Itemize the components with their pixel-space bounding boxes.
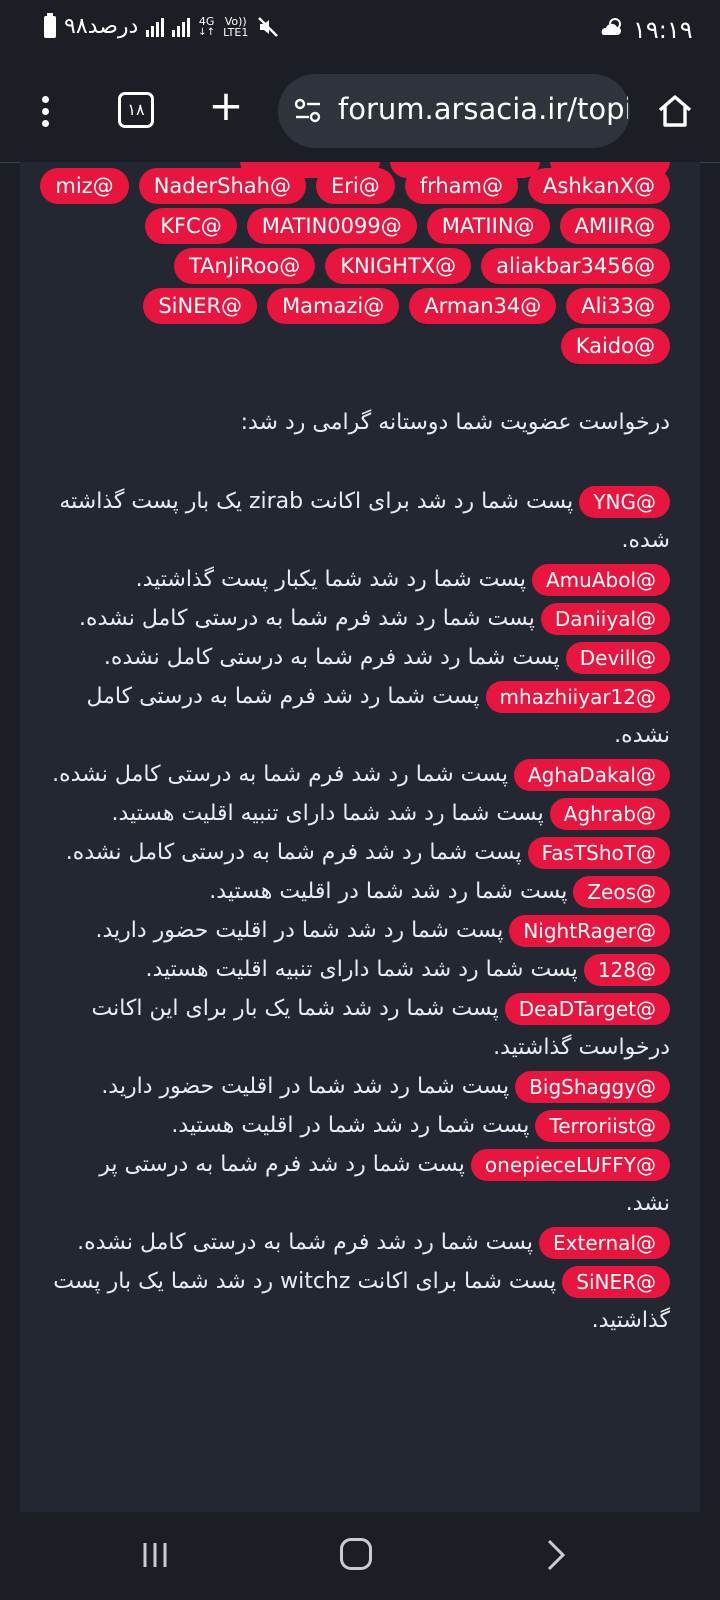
system-nav-bar [0,1512,720,1600]
rejection-reason: پست شما رد شد فرم شما به درستی کامل نشده… [103,645,560,670]
plus-icon[interactable]: + [206,85,246,128]
mention-row: aliakbar3456@ KNIGHTX@ TAnJiRoo@ [173,248,670,284]
rejection-reason: پست شما رد شد شما در اقلیت حضور دارید. [95,918,504,943]
browser-toolbar: ۱۸ + forum.arsacia.ir/topi [0,64,720,163]
post-content: AshkanX@ frham@ Eri@ NaderShah@ miz@ AMI… [20,162,700,1512]
rejection-list: YNG@پست شما رد شد برای اکانت zirab یک با… [50,482,670,1340]
rejection-item: YNG@پست شما رد شد برای اکانت zirab یک با… [50,482,670,560]
mention-tag[interactable]: Ali33@ [566,288,670,324]
mute-icon [258,16,279,37]
mention-tag[interactable]: Kaido@ [560,328,670,364]
mention-tag[interactable]: Daniiyal@ [540,603,670,635]
mention-tag[interactable]: Eri@ [315,168,395,204]
rejection-reason: پست شما رد شد شما دارای تنبیه اقلیت هستی… [111,801,544,826]
rejection-reason: پست شما رد شد شما در اقلیت هستید. [209,879,568,904]
mention-tag[interactable]: miz@ [40,168,129,204]
mention-tag[interactable]: SiNER@ [143,288,258,324]
status-bar: ۹۸درصد 4G ↓↑ Vo)) LTE1 ۱۹:۱۹ [0,0,720,64]
mention-tag[interactable]: Terroriist@ [535,1110,670,1142]
menu-dots-icon[interactable] [36,92,54,132]
rejection-item: BigShaggy@پست شما رد شد شما در اقلیت حضو… [50,1067,670,1106]
mention-tag[interactable]: AmuAbol@ [531,564,670,596]
mention-tag[interactable]: onepieceLUFFY@ [470,1149,670,1181]
rejection-item: Devill@پست شما رد شد فرم شما به درستی کا… [50,638,670,677]
mention-tag[interactable]: aliakbar3456@ [481,248,670,284]
rejection-reason: پست شما رد شد فرم شما به درستی کامل نشده… [65,840,522,865]
mention-tag[interactable]: 128@ [583,954,670,986]
recent-apps-icon[interactable] [140,1540,170,1570]
rejection-reason: پست شما رد شد فرم شما به درستی کامل نشده… [79,606,535,631]
rejection-item: Daniiyal@پست شما رد شد فرم شما به درستی … [50,599,670,638]
network-indicator: 4G ↓↑ [198,14,216,38]
rejection-item: AmuAbol@پست شما رد شد شما یکبار پست گذاش… [50,560,670,599]
mention-tag[interactable]: Zeos@ [573,876,670,908]
mention-tag[interactable]: Arman34@ [409,288,557,324]
rejection-reason: پست شما رد شد شما در اقلیت حضور دارید. [101,1074,510,1099]
mention-row: AshkanX@ frham@ Eri@ NaderShah@ miz@ [40,168,670,204]
mention-tag[interactable]: MATIN0099@ [246,208,417,244]
rejection-reason: پست شما رد شد شما در اقلیت هستید. [171,1113,530,1138]
rejection-item: Zeos@پست شما رد شد شما در اقلیت هستید. [50,872,670,911]
rejection-reason: پست شما رد شد شما یکبار پست گذاشتید. [135,567,526,592]
rejection-reason: پست شما رد شد شما دارای تنبیه اقلیت هستی… [145,957,578,982]
status-left-group: ۹۸درصد 4G ↓↑ Vo)) LTE1 [44,12,280,39]
back-icon[interactable] [546,1538,566,1572]
mention-tag[interactable]: BigShaggy@ [515,1071,670,1103]
rejection-item: mhazhiiyar12@پست شما رد شد فرم شما به در… [50,677,670,755]
battery-text: ۹۸درصد [64,14,139,39]
mention-tag[interactable]: AMIIR@ [559,208,670,244]
mention-tag[interactable]: NaderShah@ [138,168,306,204]
mention-tag[interactable]: YNG@ [579,486,670,518]
site-settings-icon[interactable] [294,98,322,124]
weather-icon [601,18,621,35]
mention-tag[interactable]: AghaDakal@ [513,759,670,791]
rejection-item: onepieceLUFFY@پست شما رد شد فرم شما به د… [50,1145,670,1223]
rejection-item: 128@پست شما رد شد شما دارای تنبیه اقلیت … [50,950,670,989]
mention-row: Kaido@ [560,328,670,364]
mention-row: Ali33@ Arman34@ Mamazi@ SiNER@ [143,288,670,324]
rejection-item: AghaDakal@پست شما رد شد فرم شما به درستی… [50,755,670,794]
mention-row: AMIIR@ MATIIN@ MATIN0099@ KFC@ [145,208,670,244]
rejection-item: NightRager@پست شما رد شد شما در اقلیت حض… [50,911,670,950]
volte-indicator: Vo)) LTE1 [223,14,249,39]
battery-icon [44,12,56,38]
mention-tag[interactable]: NightRager@ [509,915,670,947]
tabs-button[interactable]: ۱۸ [118,92,154,128]
mention-tag[interactable]: Aghrab@ [549,798,670,830]
signal-icon [172,17,191,37]
rejection-item: FasTShoT@پست شما رد شد فرم شما به درستی … [50,833,670,872]
rejection-item: Aghrab@پست شما رد شد شما دارای تنبیه اقل… [50,794,670,833]
mention-tag[interactable]: frham@ [404,168,519,204]
mention-tag[interactable]: SiNER@ [562,1266,670,1298]
home-icon[interactable] [656,92,694,130]
home-button-icon[interactable] [340,1538,372,1570]
rejection-item: External@پست شما رد شد فرم شما به درستی … [50,1223,670,1262]
rejection-item: DeaDTarget@پست شما رد شد شما یک بار برای… [50,989,670,1067]
url-text[interactable]: forum.arsacia.ir/topi [338,92,628,126]
mention-tag[interactable]: MATIIN@ [426,208,550,244]
mention-tag[interactable]: AshkanX@ [528,168,670,204]
rejection-item: SiNER@پست شما برای اکانت witchz رد شد شم… [50,1262,670,1340]
mention-tag[interactable]: TAnJiRoo@ [173,248,316,284]
address-bar[interactable]: forum.arsacia.ir/topi [278,74,630,148]
signal-icon [146,17,165,37]
clock: ۱۹:۱۹ [633,16,693,44]
rejection-reason: پست شما رد شد فرم شما به درستی کامل نشده… [52,762,508,787]
rejection-reason: پست شما رد شد فرم شما به درستی کامل نشده… [77,1230,534,1255]
mention-tag[interactable]: DeaDTarget@ [504,993,670,1025]
mention-tag[interactable]: Mamazi@ [267,288,400,324]
mention-tag[interactable]: FasTShoT@ [527,837,670,869]
rejection-item: Terroriist@پست شما رد شد شما در اقلیت هس… [50,1106,670,1145]
mention-tag[interactable]: KFC@ [145,208,237,244]
mention-tag[interactable]: External@ [539,1227,670,1259]
mention-tag[interactable]: mhazhiiyar12@ [485,681,670,713]
rejection-heading: درخواست عضویت شما دوستانه گرامی رد شد: [240,410,670,435]
mention-tag[interactable]: Devill@ [565,642,670,674]
mention-tag[interactable]: KNIGHTX@ [325,248,472,284]
